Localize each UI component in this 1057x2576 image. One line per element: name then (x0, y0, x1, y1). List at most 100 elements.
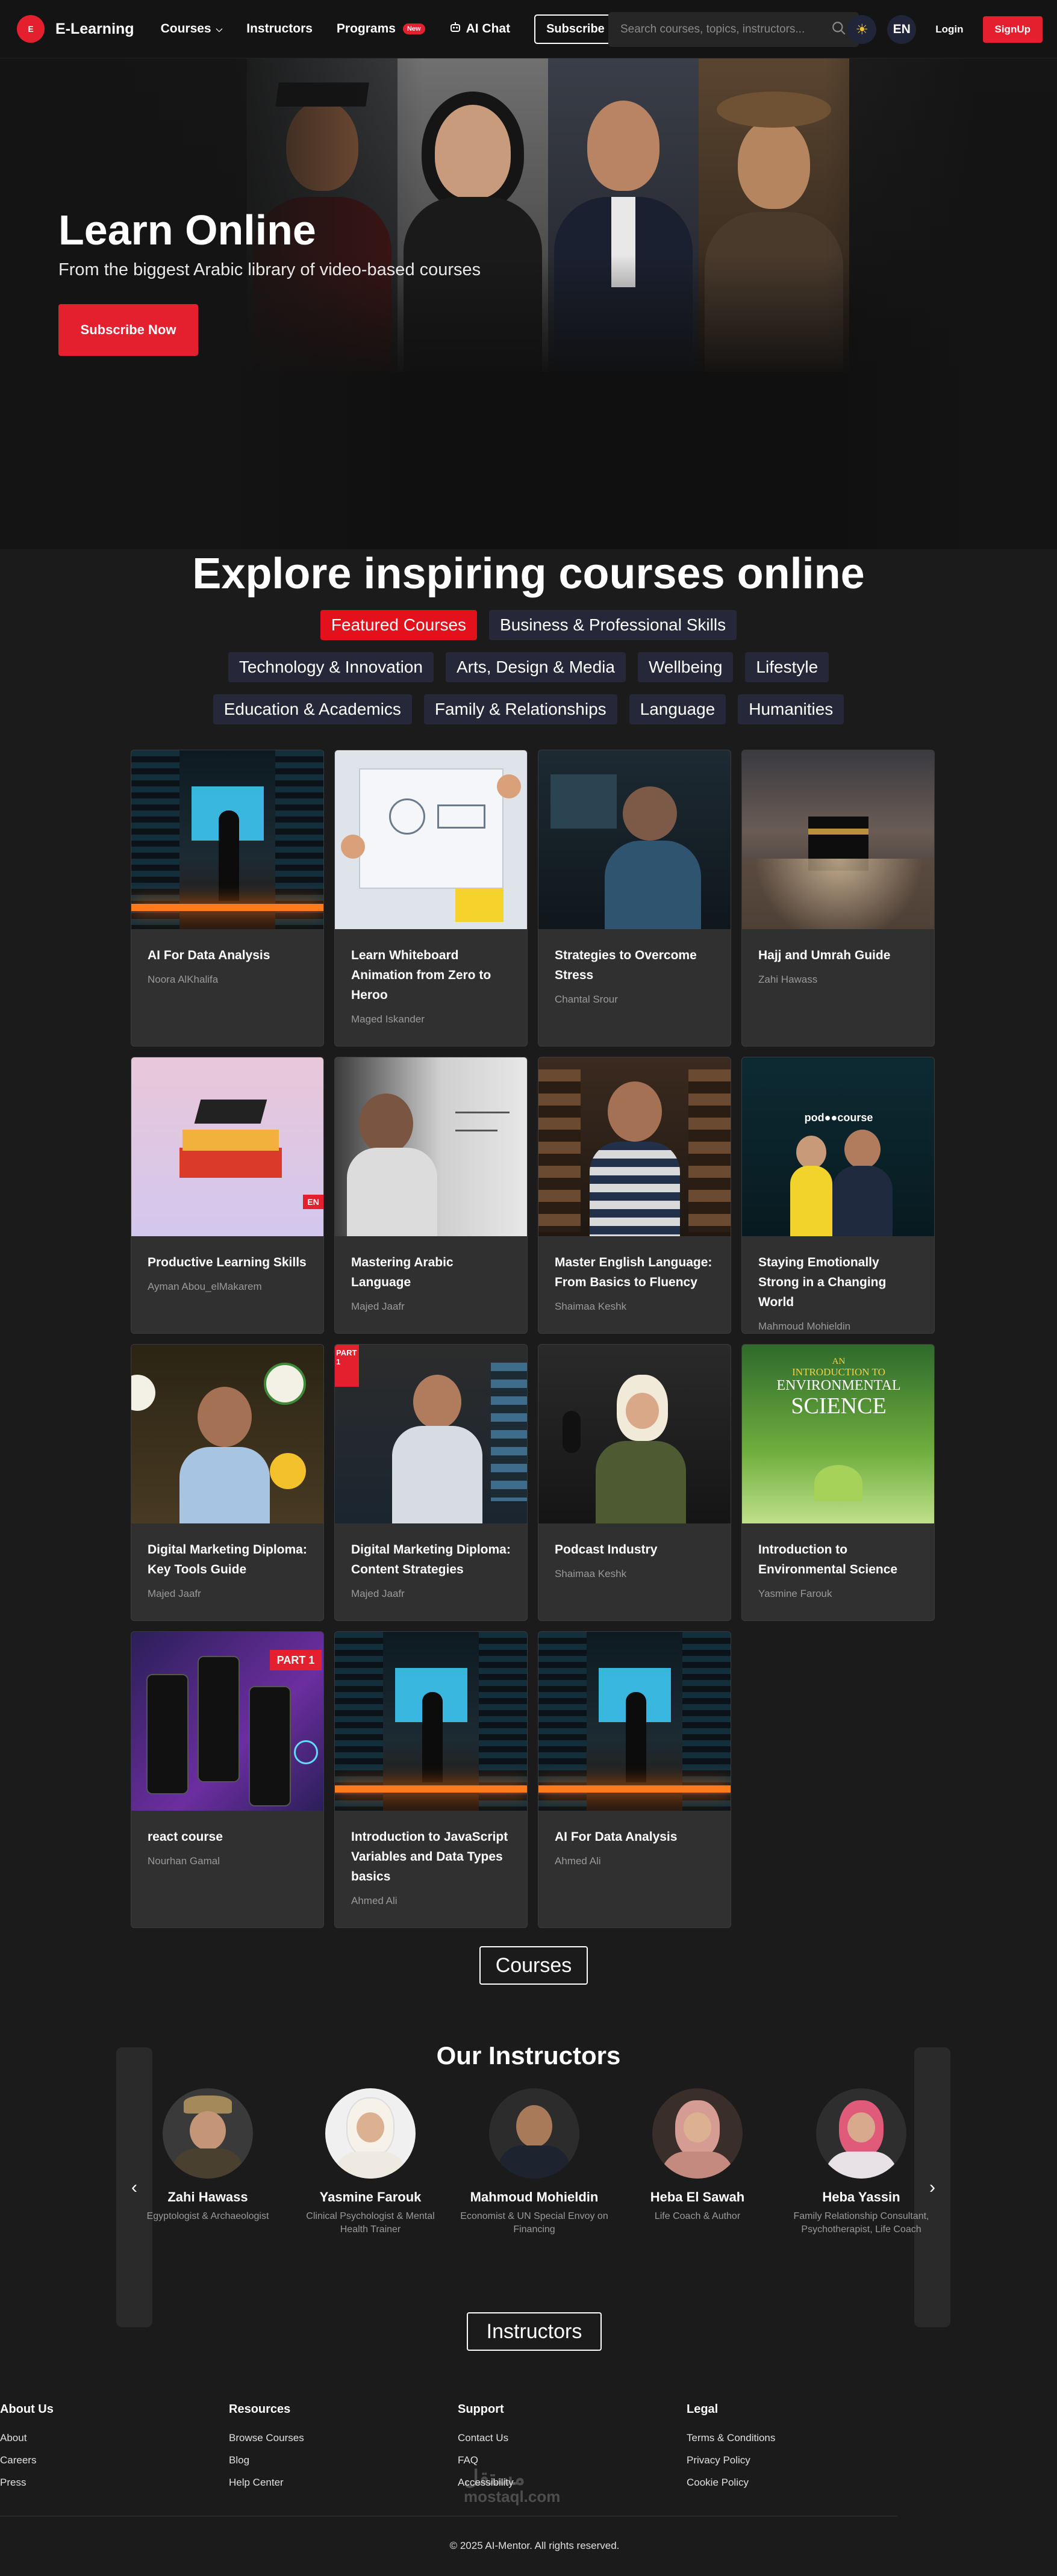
course-card[interactable]: Mastering Arabic Language Majed Jaafr (334, 1057, 528, 1334)
footer-link[interactable]: Help Center (229, 2477, 304, 2489)
avatar (163, 2088, 253, 2179)
course-card[interactable]: EN Productive Learning Skills Ayman Abou… (131, 1057, 324, 1334)
course-thumbnail (335, 1632, 527, 1811)
footer-link[interactable]: Privacy Policy (687, 2454, 775, 2466)
chip-education[interactable]: Education & Academics (213, 694, 412, 724)
overlay-line: INTRODUCTION TO (792, 1366, 885, 1378)
instructor-card[interactable]: Heba El Sawah Life Coach & Author (619, 2088, 776, 2223)
footer-heading: Legal (687, 2403, 719, 2416)
instructors-button[interactable]: Instructors (467, 2312, 602, 2351)
course-title: Podcast Industry (555, 1543, 658, 1557)
chip-arts[interactable]: Arts, Design & Media (445, 652, 626, 682)
course-title: Mastering Arabic Language (351, 1255, 454, 1289)
brand-logo[interactable]: E (17, 15, 45, 43)
course-card[interactable]: PART 1 Digital Marketing Diploma: Conten… (334, 1344, 528, 1621)
instructor-card[interactable]: Zahi Hawass Egyptologist & Archaeologist (129, 2088, 286, 2223)
course-title: AI For Data Analysis (555, 1830, 678, 1844)
course-thumbnail (131, 750, 323, 929)
chip-featured-courses[interactable]: Featured Courses (320, 610, 478, 640)
course-card[interactable]: Hajj and Umrah Guide Zahi Hawass (741, 750, 935, 1047)
course-title: AI For Data Analysis (148, 948, 270, 962)
nav-instructors[interactable]: Instructors (246, 22, 313, 36)
course-thumb-overlay: PART 1 (335, 1345, 359, 1387)
course-thumbnail: EN (131, 1057, 323, 1236)
category-chip-row-2: Technology & Innovation Arts, Design & M… (0, 652, 1057, 682)
instructor-name: Yasmine Farouk (319, 2189, 422, 2204)
courses-button[interactable]: Courses (479, 1946, 588, 1985)
sun-icon[interactable]: ☀ (847, 15, 877, 44)
chip-business[interactable]: Business & Professional Skills (489, 610, 737, 640)
subscribe-now-button[interactable]: Subscribe Now (58, 304, 198, 356)
course-card[interactable]: Digital Marketing Diploma: Key Tools Gui… (131, 1344, 324, 1621)
signup-button[interactable]: SignUp (982, 16, 1043, 43)
course-thumb-overlay: PART 1 (270, 1650, 322, 1670)
course-card[interactable]: AI For Data Analysis Ahmed Ali (538, 1631, 731, 1928)
course-card[interactable]: pod●●course Staying Emotionally Strong i… (741, 1057, 935, 1334)
course-thumbnail (538, 1632, 731, 1811)
search-icon[interactable] (831, 20, 847, 39)
category-chip-row-3: Education & Academics Family & Relations… (0, 694, 1057, 724)
overlay-line: ENVIRONMENTAL (776, 1378, 901, 1394)
course-thumbnail (538, 750, 731, 929)
course-thumbnail (538, 1345, 731, 1523)
chip-lifestyle[interactable]: Lifestyle (745, 652, 829, 682)
footer-heading: Support (458, 2403, 504, 2416)
instructor-name: Mahmoud Mohieldin (470, 2189, 599, 2204)
search-bar[interactable] (608, 12, 859, 47)
course-card[interactable]: Podcast Industry Shaimaa Keshk (538, 1344, 731, 1621)
login-link[interactable]: Login (935, 23, 963, 36)
nav-courses-label: Courses (160, 22, 211, 36)
footer-heading: About Us (0, 2403, 54, 2416)
course-title: Introduction to Environmental Science (758, 1543, 898, 1576)
instructor-card[interactable]: Mahmoud Mohieldin Economist & UN Special… (456, 2088, 613, 2236)
language-toggle[interactable]: EN (887, 15, 917, 44)
nav-ai-chat[interactable]: AI Chat (449, 21, 510, 37)
chip-language[interactable]: Language (629, 694, 726, 724)
search-input[interactable] (620, 23, 825, 36)
instructors-title: Our Instructors (436, 2041, 621, 2070)
course-card[interactable]: AI For Data Analysis Noora AlKhalifa (131, 750, 324, 1047)
chip-wellbeing[interactable]: Wellbeing (637, 652, 734, 682)
nav-subscribe-button[interactable]: Subscribe (534, 14, 617, 44)
footer-link[interactable]: Careers (0, 2454, 54, 2466)
course-instructor: Shaimaa Keshk (555, 1568, 627, 1579)
course-thumbnail (742, 750, 934, 929)
footer-column-about: About Us About Careers Press (0, 2403, 54, 2499)
watermark-url: mostaql.com (464, 2487, 561, 2506)
course-title: Digital Marketing Diploma: Content Strat… (351, 1543, 511, 1576)
course-title: Hajj and Umrah Guide (758, 948, 891, 962)
course-instructor: Ahmed Ali (555, 1855, 601, 1867)
brand[interactable]: E E-Learning (17, 15, 134, 43)
footer-link[interactable]: Terms & Conditions (687, 2432, 775, 2444)
chip-humanities[interactable]: Humanities (738, 694, 844, 724)
nav-courses-dropdown[interactable]: Courses ⌵ (161, 22, 223, 36)
footer-heading: Resources (229, 2403, 291, 2416)
course-grid: AI For Data Analysis Noora AlKhalifa Lea… (131, 750, 938, 1938)
course-thumbnail (131, 1345, 323, 1523)
brand-name[interactable]: E-Learning (55, 20, 134, 38)
instructor-card[interactable]: Yasmine Farouk Clinical Psychologist & M… (292, 2088, 449, 2236)
course-card[interactable]: PART 1 react course Nourhan Gamal (131, 1631, 324, 1928)
course-card[interactable]: Learn Whiteboard Animation from Zero to … (334, 750, 528, 1047)
watermark-arabic: مستقل (464, 2466, 525, 2489)
footer-link[interactable]: Blog (229, 2454, 304, 2466)
course-card[interactable]: Strategies to Overcome Stress Chantal Sr… (538, 750, 731, 1047)
footer-link[interactable]: Contact Us (458, 2432, 514, 2444)
course-card[interactable]: AN INTRODUCTION TO ENVIRONMENTAL SCIENCE… (741, 1344, 935, 1621)
course-instructor: Chantal Srour (555, 994, 618, 1005)
footer-link[interactable]: Press (0, 2477, 54, 2489)
instructor-card[interactable]: Heba Yassin Family Relationship Consulta… (783, 2088, 940, 2236)
footer-link[interactable]: Browse Courses (229, 2432, 304, 2444)
footer-link[interactable]: About (0, 2432, 54, 2444)
course-card[interactable]: Master English Language: From Basics to … (538, 1057, 731, 1334)
footer-link[interactable]: FAQ (458, 2454, 514, 2466)
chip-technology[interactable]: Technology & Innovation (228, 652, 434, 682)
chip-family[interactable]: Family & Relationships (423, 694, 617, 724)
watermark: مستقل mostaql.com (464, 2466, 560, 2506)
chevron-down-icon: ⌵ (216, 23, 223, 34)
overlay-line: AN (832, 1357, 846, 1366)
nav-programs[interactable]: Programs New (337, 22, 425, 36)
course-card[interactable]: Introduction to JavaScript Variables and… (334, 1631, 528, 1928)
course-thumbnail: PART 1 (131, 1632, 323, 1811)
footer-link[interactable]: Cookie Policy (687, 2477, 775, 2489)
